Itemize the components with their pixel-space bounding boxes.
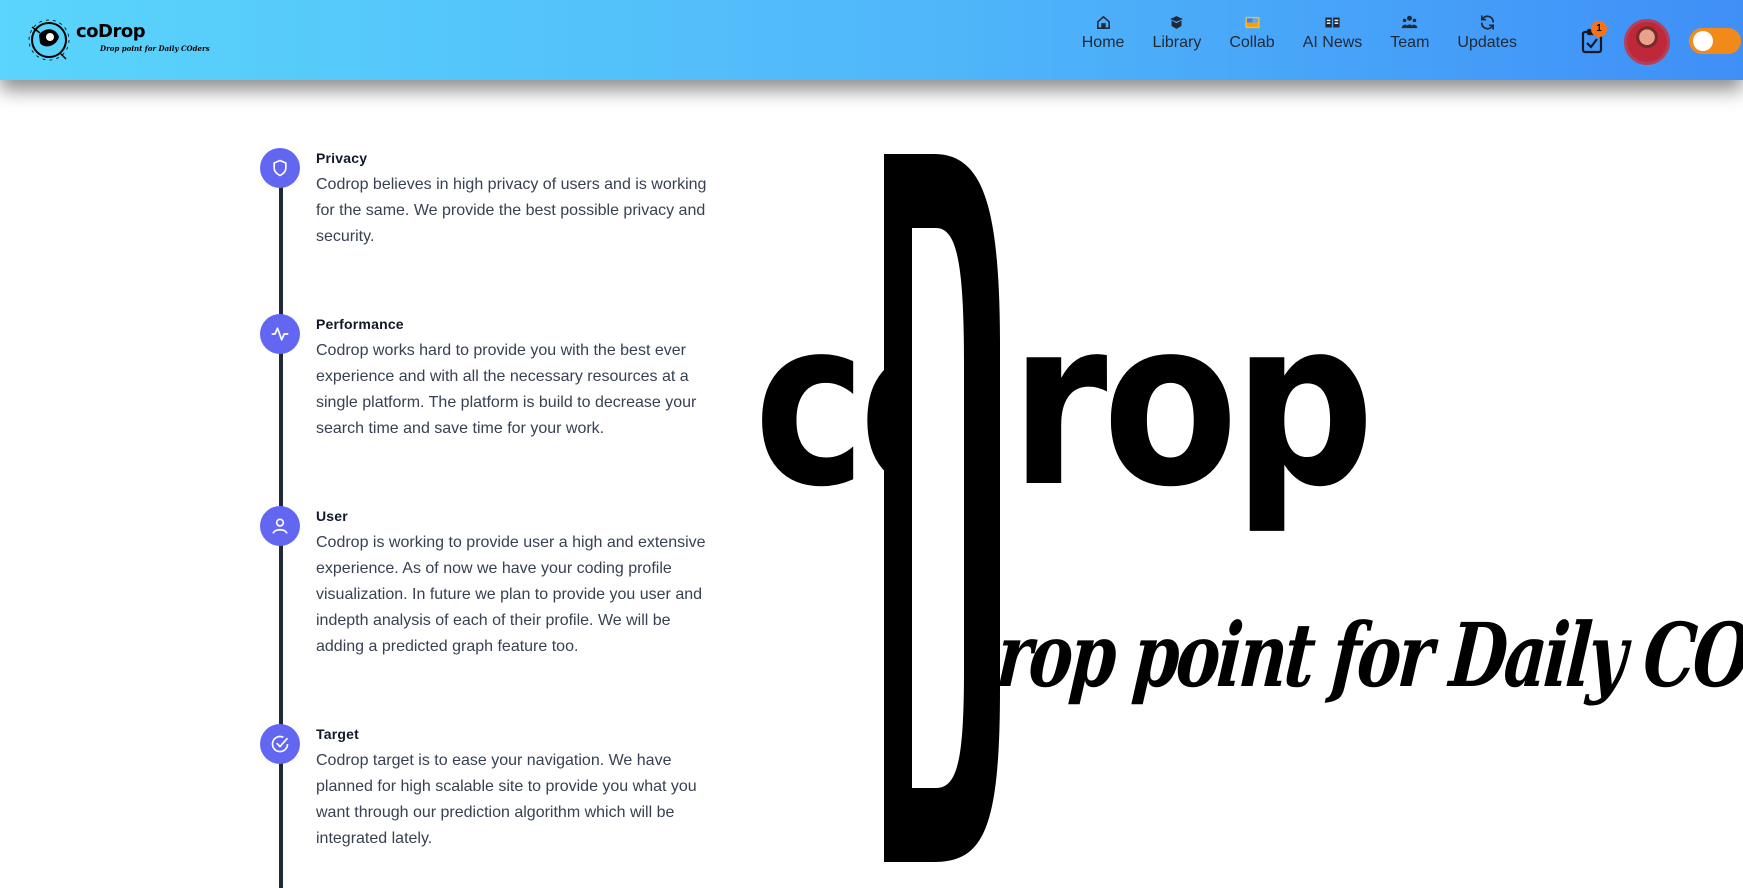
team-icon <box>1402 15 1418 29</box>
nav-library-label: Library <box>1152 34 1202 51</box>
codrop-hero-logo: co rop rop point for Daily COders <box>740 140 1743 880</box>
timeline-description: Codrop believes in high privacy of users… <box>316 176 707 245</box>
hero-logo-d-shape <box>884 154 1000 862</box>
timeline-title: User <box>316 508 348 524</box>
timeline-title: Privacy <box>316 150 368 166</box>
user-avatar[interactable] <box>1624 19 1670 65</box>
timeline-description: Codrop is working to provide user a high… <box>316 534 706 655</box>
nav-ai-news-label: AI News <box>1302 34 1363 51</box>
top-navbar: coDrop Drop point for Daily COders Home … <box>0 0 1743 80</box>
timeline-title: Performance <box>316 316 404 332</box>
timeline-marker <box>260 724 300 764</box>
nav-ai-news[interactable]: AI News <box>1289 14 1377 52</box>
timeline-description: Codrop works hard to provide you with th… <box>316 342 697 437</box>
nav-library[interactable]: Library <box>1138 14 1215 52</box>
nav-home[interactable]: Home <box>1068 14 1139 52</box>
brand-logo[interactable]: coDrop Drop point for Daily COders <box>26 16 210 64</box>
activity-icon <box>271 327 289 341</box>
main-nav: Home Library Collab AI News Team Updates <box>1068 14 1531 52</box>
hero-logo-tagline: rop point for Daily COders <box>993 603 1743 707</box>
nav-updates[interactable]: Updates <box>1443 14 1531 52</box>
book-icon <box>1170 16 1184 29</box>
timeline-marker <box>260 314 300 354</box>
hero-logo-rop: rop <box>1010 271 1375 538</box>
codrop-logo-icon <box>28 19 70 61</box>
shield-icon <box>273 159 287 177</box>
nav-updates-label: Updates <box>1457 34 1517 51</box>
brand-word: coDrop <box>76 21 146 42</box>
nav-collab-label: Collab <box>1229 34 1275 51</box>
nav-collab[interactable]: Collab <box>1215 14 1288 52</box>
refresh-icon <box>1480 15 1494 30</box>
theme-toggle[interactable] <box>1689 28 1741 54</box>
check-circle-icon <box>271 735 289 753</box>
news-icon <box>1325 17 1340 28</box>
notification-badge: 1 <box>1591 21 1607 37</box>
timeline-description: Codrop target is to ease your navigation… <box>316 752 697 847</box>
brand-tagline: Drop point for Daily COders <box>100 44 210 53</box>
home-icon <box>1096 15 1110 29</box>
timeline-marker <box>260 148 300 188</box>
timeline-marker <box>260 506 300 546</box>
user-icon <box>272 518 288 534</box>
brand-text: coDrop Drop point for Daily COders <box>76 17 210 63</box>
timeline-title: Target <box>316 726 359 742</box>
nav-home-label: Home <box>1081 34 1125 51</box>
nav-team[interactable]: Team <box>1376 14 1443 52</box>
nav-team-label: Team <box>1390 34 1430 51</box>
collab-icon <box>1244 16 1260 29</box>
theme-toggle-knob <box>1693 31 1713 51</box>
